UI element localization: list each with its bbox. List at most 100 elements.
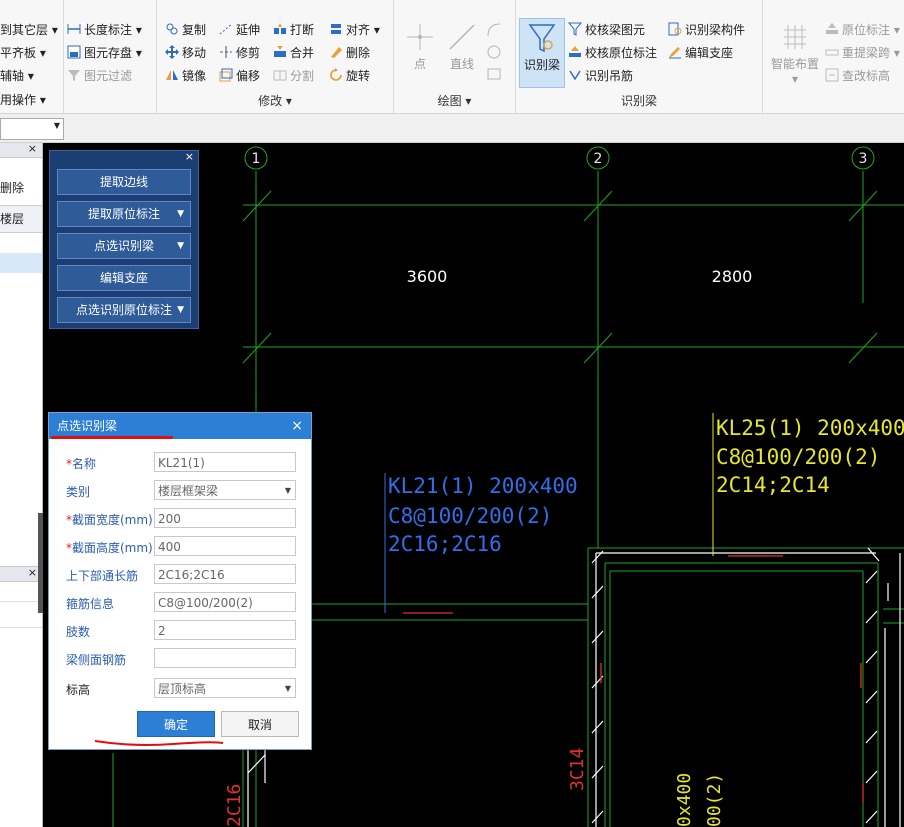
re-extract-span-button[interactable]: 重提梁跨 ▾	[825, 43, 900, 63]
recognize-beam-component-button[interactable]: 识别梁构件	[668, 20, 745, 40]
left-panel-delete[interactable]: 删除	[0, 179, 24, 196]
field-width: *截面宽度(mm) 200	[49, 505, 311, 533]
point-icon	[407, 24, 433, 50]
split-button[interactable]: 分割	[273, 66, 314, 86]
check-in-situ-annotation-button[interactable]: 校核原位标注	[568, 43, 657, 63]
extend-icon	[219, 22, 233, 36]
recognize-hanger-bar-button[interactable]: 识别吊筋	[568, 66, 633, 86]
field-legs: 肢数 2	[49, 617, 311, 645]
stirrup-input[interactable]: C8@100/200(2)	[154, 592, 296, 612]
smart-layout-icon	[784, 25, 806, 49]
rotate-button[interactable]: 旋转	[329, 66, 370, 86]
copy-icon	[165, 22, 179, 36]
aux-axis-button[interactable]: 辅轴 ▾	[0, 66, 34, 86]
elevation-select[interactable]: 层顶标高 ▼	[154, 678, 296, 698]
element-filter-button[interactable]: 图元过滤	[67, 66, 132, 86]
in-situ-annotation-button[interactable]: 原位标注 ▾	[825, 20, 900, 40]
through-bars-input[interactable]: 2C16;2C16	[154, 564, 296, 584]
arc-icon[interactable]	[486, 22, 502, 41]
table-row-selected[interactable]	[0, 253, 42, 273]
check-beam-elements-button[interactable]: 校核梁图元	[567, 20, 645, 40]
point-button[interactable]: 点	[402, 22, 438, 72]
kl25-name-text: KL25(1) 200x400	[716, 416, 904, 440]
funnel-check-icon	[567, 22, 583, 36]
field-side-bars: 梁侧面钢筋	[49, 645, 311, 673]
chevron-down-icon[interactable]: ▼	[177, 298, 184, 322]
document-search-icon	[668, 22, 682, 36]
field-through-bars-label: 上下部通长筋	[66, 569, 139, 583]
delete-button[interactable]: 删除	[329, 43, 370, 63]
edit-support-button[interactable]: 编辑支座	[668, 43, 733, 63]
line-label: 直线	[449, 57, 474, 71]
line-icon	[449, 24, 475, 50]
align-slab-button[interactable]: 平齐板 ▾	[0, 43, 46, 63]
ok-button[interactable]: 确定	[137, 711, 215, 737]
extract-edge-button[interactable]: 提取边线	[57, 169, 191, 195]
modify-group-label[interactable]: 修改 ▾	[157, 92, 393, 110]
line-button[interactable]: 直线	[444, 22, 480, 72]
copy-to-other-floor-button[interactable]: 到其它层 ▾	[0, 20, 58, 40]
divider	[0, 627, 42, 628]
length-dimension-button[interactable]: 长度标注 ▾	[67, 20, 142, 40]
smart-layout-button[interactable]: 智能布置 ▾	[767, 22, 823, 86]
dimension-2800: 2800	[712, 267, 753, 286]
edit-support-float-button[interactable]: 编辑支座	[57, 265, 191, 291]
kl21-rebar-text: 2C16;2C16	[388, 532, 502, 556]
extract-annotation-button[interactable]: 提取原位标注 ▼	[57, 201, 191, 227]
extend-button[interactable]: 延伸	[219, 20, 260, 40]
stack-icon	[568, 45, 582, 59]
align-icon	[329, 22, 343, 36]
move-button[interactable]: 移动	[165, 43, 206, 63]
section-height-input[interactable]: 400	[154, 536, 296, 556]
axis-label-1: 1	[252, 151, 261, 167]
ribbon-group-modify: 复制 移动 镜像 延伸 修剪 偏移 打断 合并 分割 对齐 ▾ 删除 旋转 修改…	[157, 0, 394, 113]
circle-icon[interactable]	[486, 44, 502, 63]
divider	[0, 601, 42, 602]
merge-button[interactable]: 合并	[273, 43, 314, 63]
trim-button[interactable]: 修剪	[219, 43, 260, 63]
save-element-button[interactable]: 图元存盘 ▾	[67, 43, 142, 63]
field-height: *截面高度(mm) 400	[49, 533, 311, 561]
offset-button[interactable]: 偏移	[219, 66, 260, 86]
close-icon[interactable]: ×	[28, 566, 37, 579]
table-row[interactable]	[0, 233, 42, 254]
recognize-beam-big-button[interactable]: 识别梁	[519, 18, 565, 88]
name-input[interactable]: KL21(1)	[154, 452, 296, 472]
offset-icon	[219, 68, 233, 82]
floor-selector-dropdown[interactable]: ▼	[0, 118, 64, 140]
kl21-name-text: KL21(1) 200x400	[388, 474, 578, 498]
close-icon[interactable]: ×	[28, 142, 37, 155]
field-elevation-label: 标高	[66, 683, 91, 697]
category-select[interactable]: 楼层框架梁 ▼	[154, 480, 296, 500]
red-underline-annotation-ok	[94, 740, 224, 746]
ribbon-group-recognize-beam: 识别梁 校核梁图元 校核原位标注 识别吊筋 识别梁构件 编辑支座 识别梁	[516, 0, 763, 113]
side-bars-input[interactable]	[154, 648, 296, 668]
align-button[interactable]: 对齐 ▾	[329, 20, 380, 40]
section-width-input[interactable]: 200	[154, 508, 296, 528]
ribbon-group-smart: 智能布置 ▾ 原位标注 ▾ 重提梁跨 ▾ 查改标高	[763, 0, 904, 113]
field-legs-label: 肢数	[66, 625, 91, 639]
draw-group-label[interactable]: 绘图 ▾	[394, 92, 515, 110]
chevron-down-icon[interactable]: ▼	[177, 234, 184, 258]
save-icon	[67, 45, 81, 59]
modify-elevation-button[interactable]: 查改标高	[825, 66, 890, 86]
legs-input[interactable]: 2	[154, 620, 296, 640]
cancel-button[interactable]: 取消	[221, 711, 299, 737]
field-side-bars-label: 梁侧面钢筋	[66, 653, 127, 667]
rectangle-icon[interactable]	[486, 66, 502, 85]
recognize-beam-icon	[528, 24, 556, 53]
chevron-down-icon[interactable]: ▼	[177, 202, 184, 226]
close-icon[interactable]: ×	[185, 150, 194, 163]
break-button[interactable]: 打断	[273, 20, 314, 40]
kl25-stirrup-text: C8@100/200(2)	[716, 445, 880, 469]
copy-button[interactable]: 复制	[165, 20, 206, 40]
smart-layout-label: 智能布置 ▾	[770, 57, 819, 86]
ribbon-group-layer: 到其它层 ▾ 平齐板 ▾ 辅轴 ▾ 用操作 ▾	[0, 0, 64, 113]
mirror-button[interactable]: 镜像	[165, 66, 206, 86]
common-operations-button[interactable]: 用操作 ▾	[0, 90, 46, 110]
red-underline-annotation	[51, 436, 173, 439]
close-icon[interactable]: ×	[291, 413, 303, 439]
field-stirrup: 箍筋信息 C8@100/200(2)	[49, 589, 311, 617]
pick-recognize-beam-button[interactable]: 点选识别梁 ▼	[57, 233, 191, 259]
pick-recognize-annotation-button[interactable]: 点选识别原位标注 ▼	[57, 297, 191, 323]
